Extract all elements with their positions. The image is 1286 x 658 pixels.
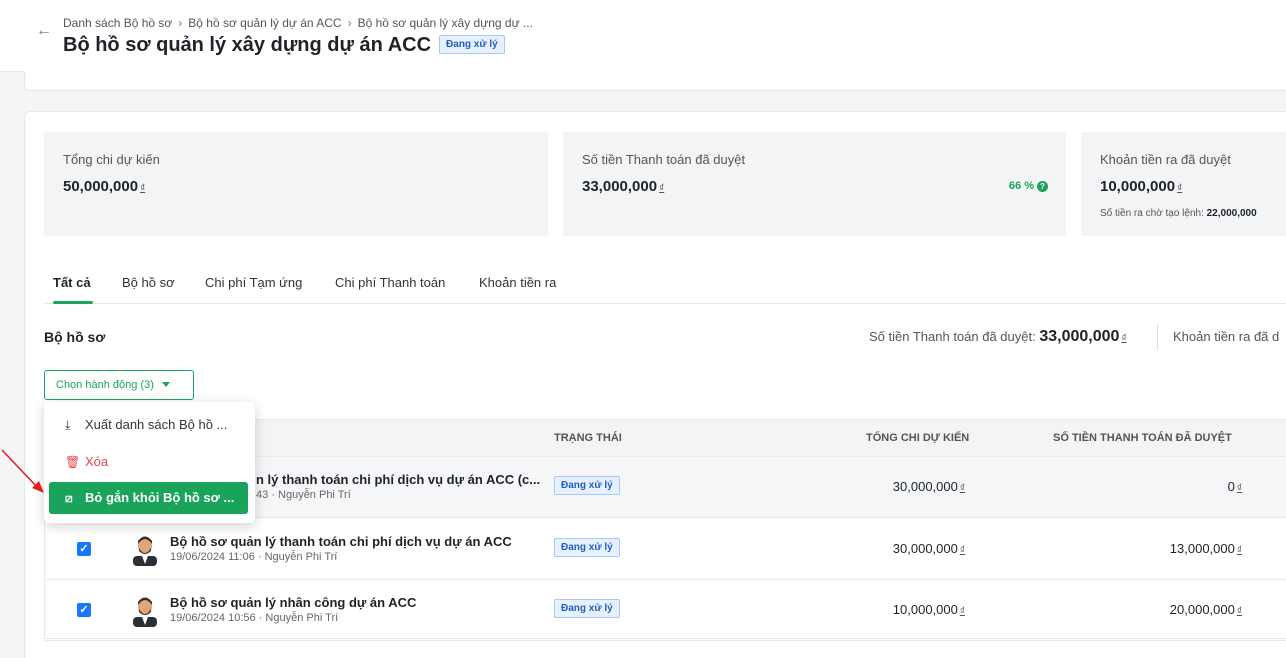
status-badge: Đang xử lý	[554, 599, 620, 618]
divider	[1157, 324, 1158, 350]
stat-approved-payment: Số tiền Thanh toán đã duyệt 33,000,000 ₫ …	[563, 132, 1066, 236]
avatar	[133, 536, 157, 566]
stat-label: Khoản tiền ra đã duyệt	[1100, 152, 1231, 167]
section-summary-2: Khoản tiền ra đã d	[1173, 329, 1280, 344]
chevron-right-icon: ›	[347, 16, 352, 30]
stat-percent: 66 %?	[1009, 180, 1048, 192]
row-meta: 19/06/2024 10:56 · Nguyễn Phi Trí	[170, 612, 339, 624]
chevron-right-icon: ›	[178, 16, 183, 30]
table-row[interactable]: ✓ Bộ hồ sơ quản lý thanh toán chi phí dị…	[45, 519, 1286, 580]
row-total: 10,000,000 ₫	[892, 602, 965, 617]
row-paid: 20,000,000 ₫	[1169, 602, 1242, 617]
column-header-total: TỔNG CHI DỰ KIẾN	[866, 432, 970, 444]
breadcrumb-item[interactable]: Bộ hồ sơ quản lý dự án ACC	[188, 16, 341, 30]
row-paid: 0 ₫	[1227, 479, 1242, 494]
stat-value: 10,000,000 ₫	[1100, 178, 1183, 195]
status-badge: Đang xử lý	[554, 476, 620, 495]
collapsed-panel	[24, 71, 1286, 91]
tab-payment-costs[interactable]: Chi phí Thanh toán	[335, 275, 445, 290]
active-tab-indicator	[53, 301, 93, 304]
menu-item-export[interactable]: ⤓ Xuất danh sách Bộ hồ ...	[49, 409, 248, 441]
tab-all[interactable]: Tất cả	[53, 275, 91, 290]
annotation-arrow-icon	[1, 449, 44, 493]
stat-value: 50,000,000 ₫	[63, 178, 146, 195]
avatar	[133, 597, 157, 627]
row-paid: 13,000,000 ₫	[1169, 541, 1242, 556]
menu-item-unlink[interactable]: ⧄ Bỏ gắn khỏi Bộ hồ sơ ...	[49, 482, 248, 514]
section-title: Bộ hồ sơ	[44, 329, 106, 345]
table-row[interactable]: ✓ Bộ hồ sơ quản lý nhân công dự án ACC 1…	[45, 580, 1286, 641]
stat-label: Tổng chi dự kiến	[63, 152, 160, 167]
stat-sub: Số tiền ra chờ tạo lệnh: 22,000,000	[1100, 208, 1257, 219]
question-circle-icon[interactable]: ?	[1037, 181, 1048, 192]
row-meta: 19/06/2024 11:06 · Nguyễn Phi Trí	[170, 551, 338, 563]
row-total: 30,000,000 ₫	[892, 479, 965, 494]
tab-document-sets[interactable]: Bộ hồ sơ	[122, 275, 175, 290]
stat-value: 33,000,000 ₫	[582, 178, 665, 195]
action-dropdown-menu: ⤓ Xuất danh sách Bộ hồ ... 🗑 Xóa ⧄ Bỏ gắn k…	[44, 402, 255, 523]
tab-bar: Tất cả Bộ hồ sơ Chi phí Tạm ứng Chi phí …	[44, 268, 1286, 304]
breadcrumb-item[interactable]: Danh sách Bộ hồ sơ	[63, 16, 172, 30]
status-badge: Đang xử lý	[554, 538, 620, 557]
column-header-status: TRẠNG THÁI	[554, 432, 622, 444]
row-meta: 43 · Nguyễn Phi Trí	[256, 489, 351, 501]
row-title[interactable]: n lý thanh toán chi phí dịch vụ dự án AC…	[256, 472, 540, 487]
column-header-paid: SỐ TIỀN THANH TOÁN ĐÃ DUYỆT	[1053, 432, 1232, 444]
breadcrumb: Danh sách Bộ hồ sơ › Bộ hồ sơ quản lý dự á…	[63, 16, 533, 30]
row-checkbox[interactable]: ✓	[77, 542, 91, 556]
caret-down-icon	[161, 382, 170, 387]
tab-outflows[interactable]: Khoản tiền ra	[479, 275, 556, 290]
status-badge: Đang xử lý	[439, 35, 505, 54]
unlink-icon: ⧄	[65, 491, 73, 505]
stat-total-estimate: Tổng chi dự kiến 50,000,000 ₫	[44, 132, 548, 236]
tab-advance-costs[interactable]: Chi phí Tạm ứng	[205, 275, 302, 290]
row-checkbox[interactable]: ✓	[77, 603, 91, 617]
menu-item-delete[interactable]: 🗑 Xóa	[49, 446, 248, 478]
stat-approved-outflow: Khoản tiền ra đã duyệt 10,000,000 ₫ Số ti…	[1081, 132, 1286, 236]
row-title[interactable]: Bộ hồ sơ quản lý nhân công dự án ACC	[170, 595, 416, 610]
row-total: 30,000,000 ₫	[892, 541, 965, 556]
page-title-text: Bộ hồ sơ quản lý xây dựng dự án ACC	[63, 34, 432, 56]
page-title: Bộ hồ sơ quản lý xây dựng dự án ACC Đang …	[63, 34, 505, 57]
page-header: ← Danh sách Bộ hồ sơ › Bộ hồ sơ quản lý dự…	[0, 0, 1286, 72]
stat-label: Số tiền Thanh toán đã duyệt	[582, 152, 746, 167]
back-arrow-icon[interactable]: ←	[36, 22, 52, 40]
section-summary: Số tiền Thanh toán đã duyệt: 33,000,000 ₫	[869, 328, 1127, 345]
breadcrumb-item[interactable]: Bộ hồ sơ quản lý xây dựng dự ...	[358, 16, 533, 30]
choose-action-button[interactable]: Chọn hành động (3)	[44, 370, 194, 400]
trash-icon: 🗑	[65, 455, 81, 469]
row-title[interactable]: Bộ hồ sơ quản lý thanh toán chi phí dịch…	[170, 534, 512, 549]
download-icon: ⤓	[65, 418, 71, 432]
